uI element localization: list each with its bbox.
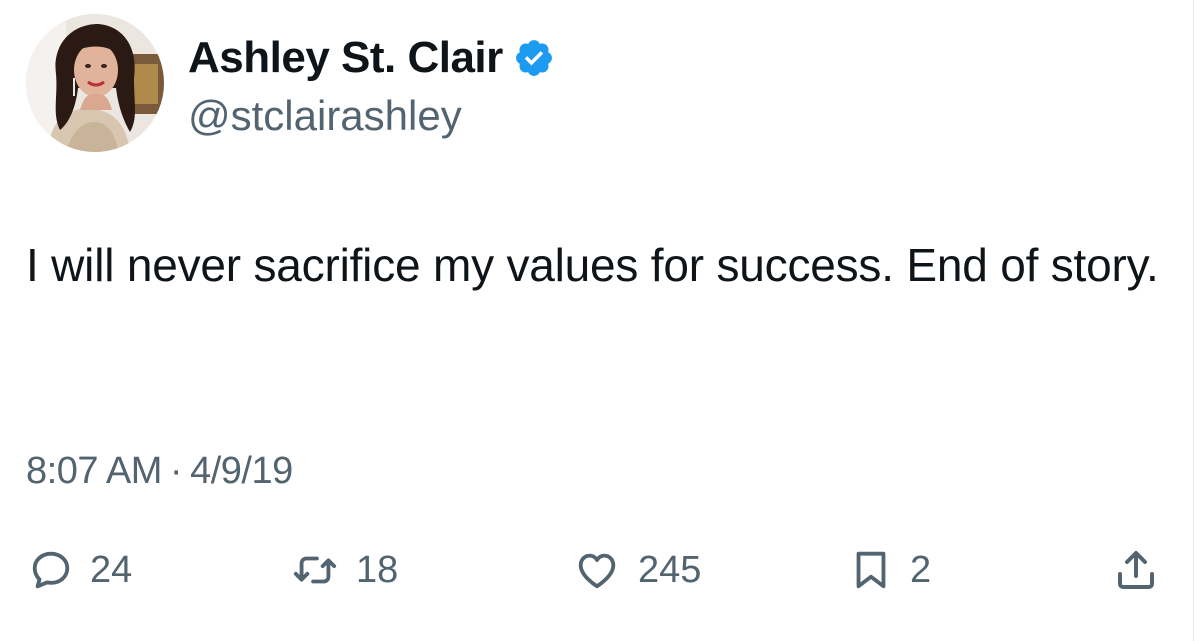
bookmark-count: 2 — [910, 548, 932, 591]
tweet-date: 4/9/19 — [190, 450, 293, 492]
heart-icon — [578, 553, 616, 589]
tweet-card: Ashley St. Clair @stclairashley I will n… — [0, 0, 1200, 641]
share-icon — [1118, 551, 1154, 589]
tweet-text: I will never sacrifice my values for suc… — [26, 239, 1159, 291]
reply-button[interactable]: 24 — [28, 535, 132, 605]
author-identity: Ashley St. Clair @stclairashley — [188, 28, 555, 142]
share-button[interactable] — [1112, 535, 1160, 605]
bookmark-icon — [856, 551, 886, 589]
repost-button[interactable]: 18 — [290, 535, 398, 605]
tweet-time: 8:07 AM — [26, 450, 162, 492]
like-count: 245 — [638, 548, 702, 591]
repost-icon — [293, 556, 337, 584]
timestamp-separator: · — [169, 450, 183, 492]
name-row: Ashley St. Clair — [188, 28, 555, 88]
reply-count: 24 — [90, 548, 133, 591]
tweet-timestamp[interactable]: 8:07 AM · 4/9/19 — [26, 446, 293, 496]
reply-icon — [32, 551, 70, 589]
verified-badge-icon — [515, 40, 552, 76]
repost-count: 18 — [356, 548, 399, 591]
like-button[interactable]: 245 — [572, 535, 701, 605]
action-bar: 24 18 245 2 — [0, 535, 1200, 605]
bookmark-button[interactable]: 2 — [848, 535, 931, 605]
avatar[interactable] — [26, 14, 164, 152]
user-handle[interactable]: @stclairashley — [188, 90, 555, 142]
display-name[interactable]: Ashley St. Clair — [188, 28, 503, 88]
